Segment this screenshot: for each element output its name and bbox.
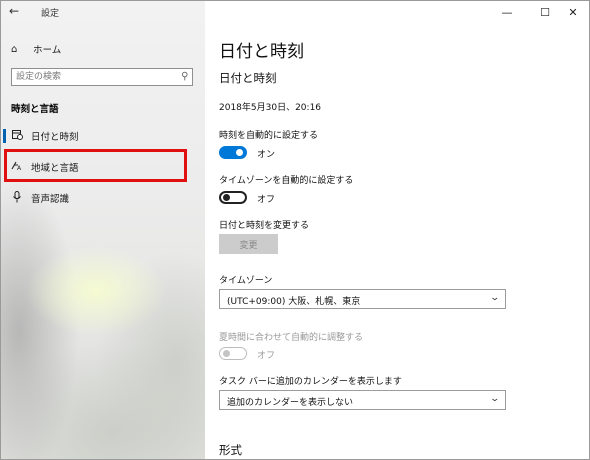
auto-timezone-toggle[interactable] (219, 191, 247, 204)
chevron-down-icon: ⌄ (489, 394, 501, 404)
chevron-down-icon: ⌄ (489, 293, 501, 303)
auto-timezone-label: タイムゾーンを自動的に設定する (219, 176, 354, 186)
dst-label: 夏時間に合わせて自動的に調整する (219, 333, 364, 343)
selection-indicator (3, 129, 6, 143)
search-icon[interactable]: ⚲ (181, 71, 188, 82)
search-box[interactable]: ⚲ (11, 68, 193, 86)
current-datetime: 2018年5月30日、20:16 (219, 103, 322, 113)
auto-time-label: 時刻を自動的に設定する (219, 131, 319, 141)
sidebar-item-date-time[interactable]: 日付と時刻 (1, 126, 205, 146)
timezone-value: (UTC+09:00) 大阪、札幌、東京 (227, 297, 361, 307)
format-section-title: 形式 (219, 443, 242, 457)
timezone-select[interactable]: (UTC+09:00) 大阪、札幌、東京 ⌄ (219, 289, 506, 309)
change-datetime-label: 日付と時刻を変更する (219, 221, 310, 231)
sidebar-item-label: 音声認識 (31, 194, 70, 205)
sidebar-section-title: 時刻と言語 (11, 104, 59, 115)
main-panel: — ☐ ✕ 日付と時刻 日付と時刻 2018年5月30日、20:16 時刻を自動… (205, 1, 589, 459)
dst-state: オフ (257, 351, 276, 361)
auto-time-state: オン (257, 150, 276, 160)
auto-timezone-state: オフ (257, 195, 276, 205)
toggle-knob (236, 149, 243, 156)
highlight-box (4, 149, 187, 182)
taskbar-calendar-select[interactable]: 追加のカレンダーを表示しない ⌄ (219, 390, 506, 410)
page-title: 日付と時刻 (219, 42, 304, 62)
change-button[interactable]: 変更 (219, 234, 278, 254)
sidebar-item-speech[interactable]: 音声認識 (1, 188, 205, 208)
calendar-clock-icon (11, 129, 23, 143)
taskbar-calendar-value: 追加のカレンダーを表示しない (227, 398, 354, 408)
section-title: 日付と時刻 (219, 71, 277, 85)
minimize-button[interactable]: — (491, 1, 523, 23)
search-input[interactable] (12, 69, 176, 85)
timezone-label: タイムゾーン (219, 276, 273, 286)
back-button[interactable]: ← (9, 4, 19, 18)
title-bar: ← 設定 (1, 1, 205, 23)
app-title: 設定 (41, 9, 60, 19)
toggle-knob (223, 194, 230, 201)
close-button[interactable]: ✕ (557, 1, 589, 23)
dst-toggle[interactable] (219, 347, 247, 360)
home-label: ホーム (33, 45, 62, 56)
taskbar-calendar-label: タスク バーに追加のカレンダーを表示します (219, 377, 402, 387)
home-link[interactable]: ⌂ ホーム (11, 41, 61, 57)
sidebar-item-label: 日付と時刻 (31, 132, 79, 143)
auto-time-toggle[interactable] (219, 146, 247, 159)
toggle-knob (223, 350, 230, 357)
microphone-icon (11, 190, 23, 206)
settings-window: ← 設定 ⌂ ホーム ⚲ 時刻と言語 日付と時刻 A 地域と言語 (0, 0, 590, 460)
home-icon: ⌂ (11, 43, 18, 55)
sidebar: ← 設定 ⌂ ホーム ⚲ 時刻と言語 日付と時刻 A 地域と言語 (1, 1, 205, 459)
